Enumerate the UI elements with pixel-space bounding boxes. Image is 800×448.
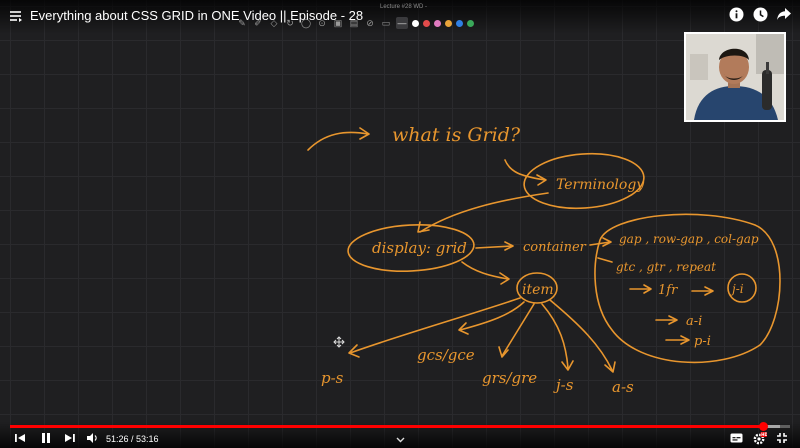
- lecture-label: Lecture #28 WD -: [380, 4, 428, 10]
- whiteboard-canvas[interactable]: what is Grid? Terminology display: grid …: [0, 0, 800, 448]
- j-s-text: j-s: [553, 376, 574, 394]
- shapes-icon[interactable]: ◯: [300, 17, 312, 29]
- color-swatch-green[interactable]: [467, 19, 474, 27]
- progress-bar[interactable]: [10, 422, 790, 431]
- watch-later-clock-icon[interactable]: [752, 6, 768, 22]
- lasso-icon[interactable]: ↻: [284, 17, 296, 29]
- handwritten-notes: what is Grid? Terminology display: grid …: [307, 124, 781, 396]
- settings-gear-icon[interactable]: HD: [753, 431, 767, 444]
- pause-icon[interactable]: [40, 432, 52, 444]
- video-top-bar: Everything about CSS GRID in ONE Video |…: [0, 0, 800, 34]
- heading-arrow: [307, 131, 369, 151]
- info-icon[interactable]: [728, 6, 744, 22]
- j-i-text: j-i: [729, 282, 744, 296]
- gcs-gce-text: gcs/gce: [417, 346, 475, 364]
- heading-text: what is Grid?: [392, 124, 521, 146]
- next-icon[interactable]: [64, 432, 76, 444]
- grs-gre-text: grs/gre: [482, 369, 537, 387]
- playlist-menu-icon[interactable]: [9, 9, 23, 23]
- subtitles-icon[interactable]: [730, 432, 743, 444]
- previous-icon[interactable]: [14, 432, 26, 444]
- undo-icon[interactable]: ⊙: [316, 17, 328, 29]
- progress-scrubber[interactable]: [758, 422, 768, 431]
- image-icon[interactable]: ▣: [332, 17, 344, 29]
- hd-badge: HD: [761, 432, 767, 437]
- terminology-text: Terminology: [556, 177, 645, 193]
- highlighter-icon[interactable]: ✐: [252, 17, 264, 29]
- player-controls: 51:26 / 53:16 HD: [0, 422, 800, 448]
- exit-fullscreen-icon[interactable]: [776, 432, 788, 444]
- pen-icon[interactable]: ✎: [236, 17, 248, 29]
- instructor-webcam: [684, 32, 786, 122]
- color-swatch-blue[interactable]: [456, 19, 463, 27]
- chevron-down-icon[interactable]: [396, 435, 405, 445]
- progress-played: [10, 425, 764, 428]
- fr-text: 1fr: [658, 283, 678, 298]
- color-swatch-red[interactable]: [423, 19, 430, 27]
- volume-icon[interactable]: [86, 432, 99, 444]
- item-text: item: [522, 282, 554, 298]
- color-swatch-white[interactable]: [412, 19, 419, 27]
- color-swatch-pink[interactable]: [434, 19, 441, 27]
- time-display: 51:26 / 53:16: [106, 434, 159, 444]
- p-i-text: p-i: [694, 334, 711, 349]
- p-s-text: p-s: [321, 369, 344, 387]
- line-width-icon[interactable]: —: [396, 17, 408, 29]
- instructor-figure: [686, 34, 784, 120]
- move-cursor-icon: [333, 336, 345, 348]
- container-text: container: [523, 240, 587, 255]
- text-icon[interactable]: ▤: [348, 17, 360, 29]
- clear-icon[interactable]: ▭: [380, 17, 392, 29]
- display-grid-text: display: grid: [372, 239, 467, 257]
- gtc-text: gtc , gtr , repeat: [616, 260, 716, 274]
- share-arrow-icon[interactable]: [776, 6, 792, 22]
- gap-text: gap , row-gap , col-gap: [619, 232, 759, 246]
- link-icon[interactable]: ⊘: [364, 17, 376, 29]
- color-swatch-orange[interactable]: [445, 19, 452, 27]
- a-i-text: a-i: [686, 314, 702, 329]
- drawing-toolbar: ✎ ✐ ◇ ↻ ◯ ⊙ ▣ ▤ ⊘ ▭ —: [236, 16, 474, 30]
- a-s-text: a-s: [612, 378, 634, 396]
- top-right-actions: [728, 6, 792, 22]
- eraser-icon[interactable]: ◇: [268, 17, 280, 29]
